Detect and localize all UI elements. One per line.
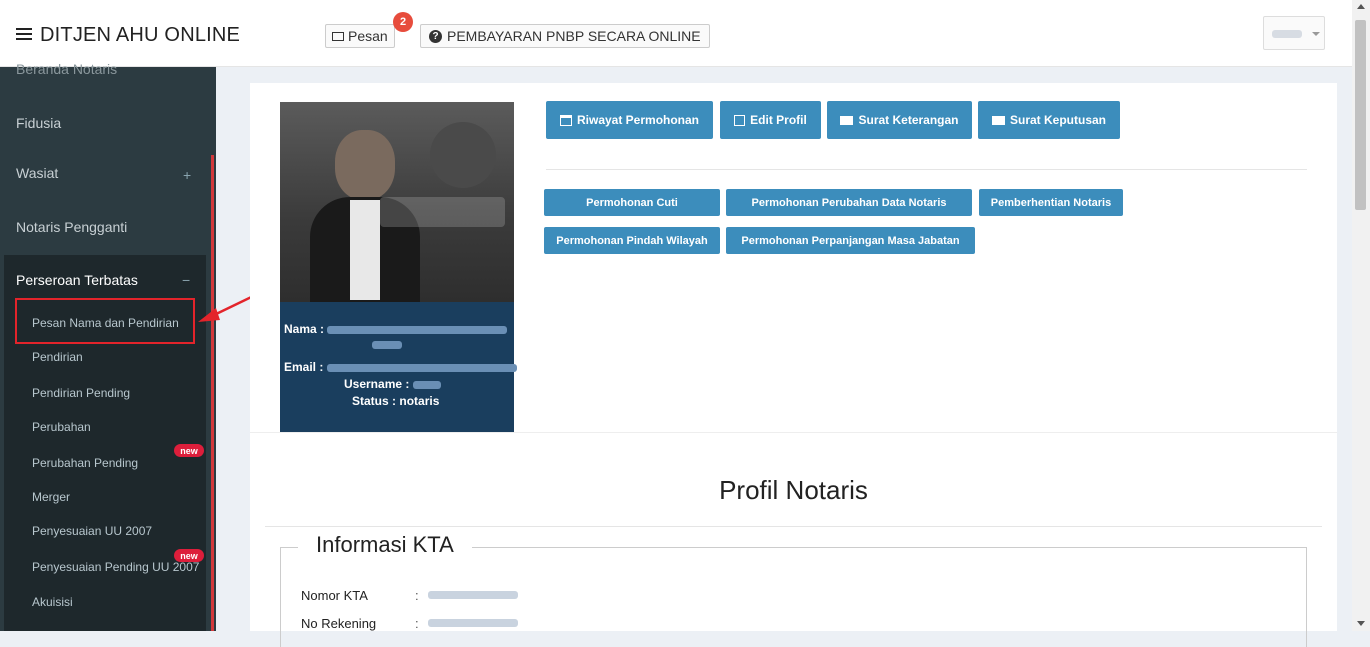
divider (265, 526, 1322, 527)
calendar-icon (559, 114, 572, 126)
top-navbar: DITJEN AHU ONLINE Pesan 2 ? PEMBAYARAN P… (0, 0, 1352, 67)
sidebar-active-edge (211, 155, 214, 631)
nama-value-redacted (327, 325, 508, 334)
permohonan-cuti-button[interactable]: Permohonan Cuti (544, 189, 720, 216)
pnbp-payment-button[interactable]: ? PEMBAYARAN PNBP SECARA ONLINE (420, 24, 710, 48)
new-badge: new (174, 549, 204, 562)
sidebar-subitem-perubahan[interactable]: Perubahan (32, 420, 91, 434)
no-rekening-value-redacted (428, 619, 518, 627)
surat-keterangan-button[interactable]: Surat Keterangan (827, 101, 972, 139)
sidebar-subitem-pendirian[interactable]: Pendirian (32, 350, 83, 364)
sidebar-item-beranda-notaris[interactable]: Beranda Notaris (16, 61, 117, 77)
email-label: Email : (284, 360, 324, 374)
sidebar-subitem-merger[interactable]: Merger (32, 490, 70, 504)
new-badge: new (174, 444, 204, 457)
status-value: notaris (399, 394, 440, 408)
status-label: Status : (352, 394, 397, 408)
envelope-icon (840, 115, 854, 125)
hamburger-menu-icon[interactable] (16, 28, 32, 40)
pnbp-label: PEMBAYARAN PNBP SECARA ONLINE (447, 28, 701, 44)
divider (546, 169, 1307, 170)
sidebar-subitem-perubahan-pending[interactable]: Perubahan Pending (32, 456, 138, 470)
edit-profil-button[interactable]: Edit Profil (720, 101, 821, 139)
wasiat-expand-icon[interactable]: + (183, 167, 191, 183)
sidebar-subitem-penyesuaian-pending[interactable]: Penyesuaian Pending UU 2007 (32, 560, 199, 574)
email-value-redacted (326, 363, 517, 372)
sidebar: Beranda Notaris Fidusia Wasiat + Notaris… (0, 61, 216, 631)
profile-info-box: Nama : Email : Username : Status : notar… (280, 302, 517, 432)
sidebar-group-label[interactable]: Perseroan Terbatas (16, 272, 138, 288)
pesan-label: Pesan (348, 28, 388, 44)
riwayat-permohonan-button[interactable]: Riwayat Permohonan (546, 101, 713, 139)
section-title: Informasi KTA (298, 532, 472, 558)
pemberhentian-notaris-button[interactable]: Pemberhentian Notaris (979, 189, 1123, 216)
permohonan-pindah-wilayah-button[interactable]: Permohonan Pindah Wilayah (544, 227, 720, 254)
envelope-icon (332, 31, 344, 41)
sidebar-subitem-penyesuaian-uu[interactable]: Penyesuaian UU 2007 (32, 524, 152, 538)
page-title: Profil Notaris (719, 475, 868, 505)
scroll-up-arrow-icon[interactable] (1357, 4, 1365, 9)
user-dropdown[interactable] (1263, 16, 1325, 50)
pesan-button[interactable]: Pesan (325, 24, 395, 48)
username-value-redacted (412, 380, 441, 389)
caret-down-icon (1312, 32, 1320, 36)
username-label: Username : (344, 377, 410, 391)
username-redacted (1272, 30, 1302, 38)
permohonan-perpanjangan-button[interactable]: Permohonan Perpanjangan Masa Jabatan (726, 227, 975, 254)
sidebar-subitem-pendirian-pending[interactable]: Pendirian Pending (32, 386, 130, 400)
nomor-kta-value-redacted (428, 591, 518, 599)
profile-photo (280, 102, 514, 302)
pesan-count-badge: 2 (393, 12, 413, 32)
sidebar-subitem-akuisisi[interactable]: Akuisisi (32, 595, 73, 609)
surat-keputusan-button[interactable]: Surat Keputusan (978, 101, 1120, 139)
envelope-icon (991, 115, 1005, 125)
nomor-kta-label: Nomor KTA (301, 588, 368, 603)
profile-panel: Nama : Email : Username : Status : notar… (250, 83, 1337, 647)
page-scrollbar[interactable] (1352, 0, 1370, 631)
scroll-thumb[interactable] (1355, 20, 1366, 210)
brand-title[interactable]: DITJEN AHU ONLINE (40, 24, 240, 47)
question-circle-icon: ? (429, 29, 442, 43)
nama-label: Nama : (284, 322, 325, 336)
sidebar-item-wasiat[interactable]: Wasiat (16, 165, 58, 181)
sidebar-item-fidusia[interactable]: Fidusia (16, 115, 61, 131)
divider (250, 432, 1337, 433)
scroll-down-arrow-icon[interactable] (1357, 621, 1365, 626)
edit-icon (734, 114, 746, 126)
no-rekening-label: No Rekening (301, 616, 377, 631)
permohonan-perubahan-data-button[interactable]: Permohonan Perubahan Data Notaris (726, 189, 972, 216)
sidebar-item-notaris-pengganti[interactable]: Notaris Pengganti (16, 219, 127, 235)
annotation-highlight-box (15, 298, 195, 344)
collapse-icon[interactable]: − (182, 272, 190, 288)
